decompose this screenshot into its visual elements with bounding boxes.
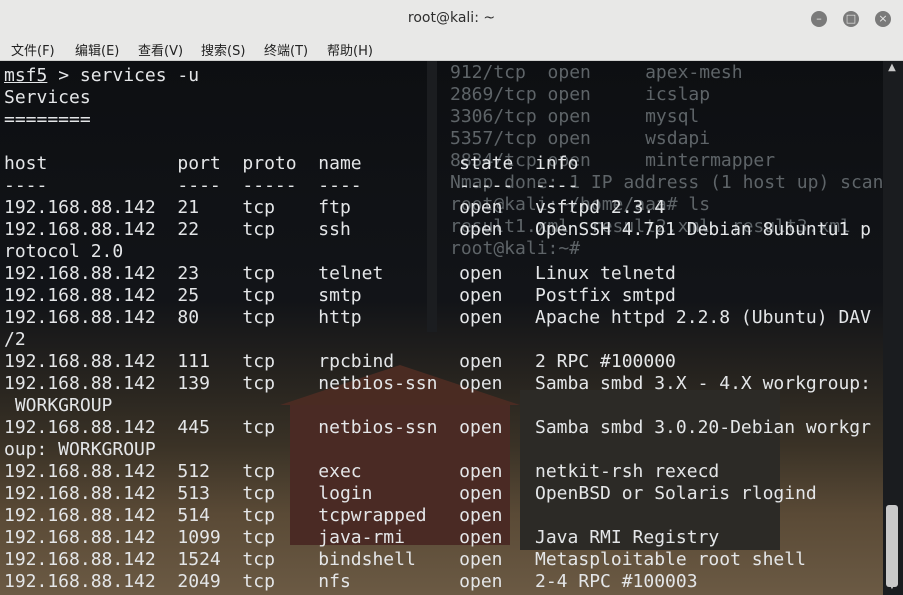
terminal-line: Services xyxy=(4,87,91,108)
minimize-icon[interactable]: – xyxy=(811,11,827,27)
terminal-line: rotocol 2.0 xyxy=(4,241,124,262)
menu-view[interactable]: 查看(V) xyxy=(138,40,183,59)
menu-terminal[interactable]: 终端(T) xyxy=(264,40,308,59)
menu-search[interactable]: 搜索(S) xyxy=(201,40,245,59)
scroll-down-icon[interactable]: ▼ xyxy=(886,580,898,592)
maximize-icon[interactable]: □ xyxy=(843,11,859,27)
close-icon[interactable]: × xyxy=(875,11,891,27)
terminal-line: 192.168.88.142 1524 tcp bindshell open M… xyxy=(4,549,806,570)
command-text: > services -u xyxy=(47,65,200,86)
terminal-line: oup: WORKGROUP xyxy=(4,439,156,460)
terminal-line: 192.168.88.142 21 tcp ftp open vsftpd 2.… xyxy=(4,197,666,218)
terminal-line: 192.168.88.142 1099 tcp java-rmi open Ja… xyxy=(4,527,720,548)
terminal-line: 192.168.88.142 512 tcp exec open netkit-… xyxy=(4,461,720,482)
terminal-output[interactable]: msf5 > services -u Services ======== host … xyxy=(0,61,883,595)
terminal-line: 192.168.88.142 445 tcp netbios-ssn open … xyxy=(4,417,871,438)
terminal-line: 192.168.88.142 22 tcp ssh open OpenSSH 4… xyxy=(4,219,871,240)
terminal-line: 192.168.88.142 2049 tcp nfs open 2-4 RPC… xyxy=(4,571,698,592)
terminal-line: 192.168.88.142 80 tcp http open Apache h… xyxy=(4,307,871,328)
terminal-line: 192.168.88.142 111 tcp rpcbind open 2 RP… xyxy=(4,351,676,372)
scrollbar-thumb[interactable] xyxy=(886,505,898,587)
terminal-line: 192.168.88.142 25 tcp smtp open Postfix … xyxy=(4,285,676,306)
terminal-line: WORKGROUP xyxy=(4,395,113,416)
terminal-line: 192.168.88.142 513 tcp login open OpenBS… xyxy=(4,483,817,504)
terminal-line: ---- ---- ----- ---- ----- ---- xyxy=(4,175,579,196)
menu-help[interactable]: 帮助(H) xyxy=(327,40,373,59)
terminal-line: ======== xyxy=(4,109,91,130)
terminal-line: /2 xyxy=(4,329,26,350)
msf-prompt: msf5 xyxy=(4,65,48,86)
menu-edit[interactable]: 编辑(E) xyxy=(75,40,119,59)
scroll-up-icon[interactable]: ▲ xyxy=(886,62,898,74)
terminal-line: 192.168.88.142 139 tcp netbios-ssn open … xyxy=(4,373,871,394)
terminal-line: host port proto name state info xyxy=(4,153,579,174)
terminal-line: 192.168.88.142 514 tcp tcpwrapped open xyxy=(4,505,503,526)
terminal-line: 192.168.88.142 23 tcp telnet open Linux … xyxy=(4,263,676,284)
menu-bar: 文件(F) 编辑(E) 查看(V) 搜索(S) 终端(T) 帮助(H) xyxy=(0,38,903,61)
window-title: root@kali: ~ xyxy=(407,10,496,26)
menu-file[interactable]: 文件(F) xyxy=(11,40,55,59)
window-titlebar[interactable]: root@kali: ~ – □ × xyxy=(0,0,903,39)
command-line: msf5 > services -u xyxy=(4,65,199,87)
